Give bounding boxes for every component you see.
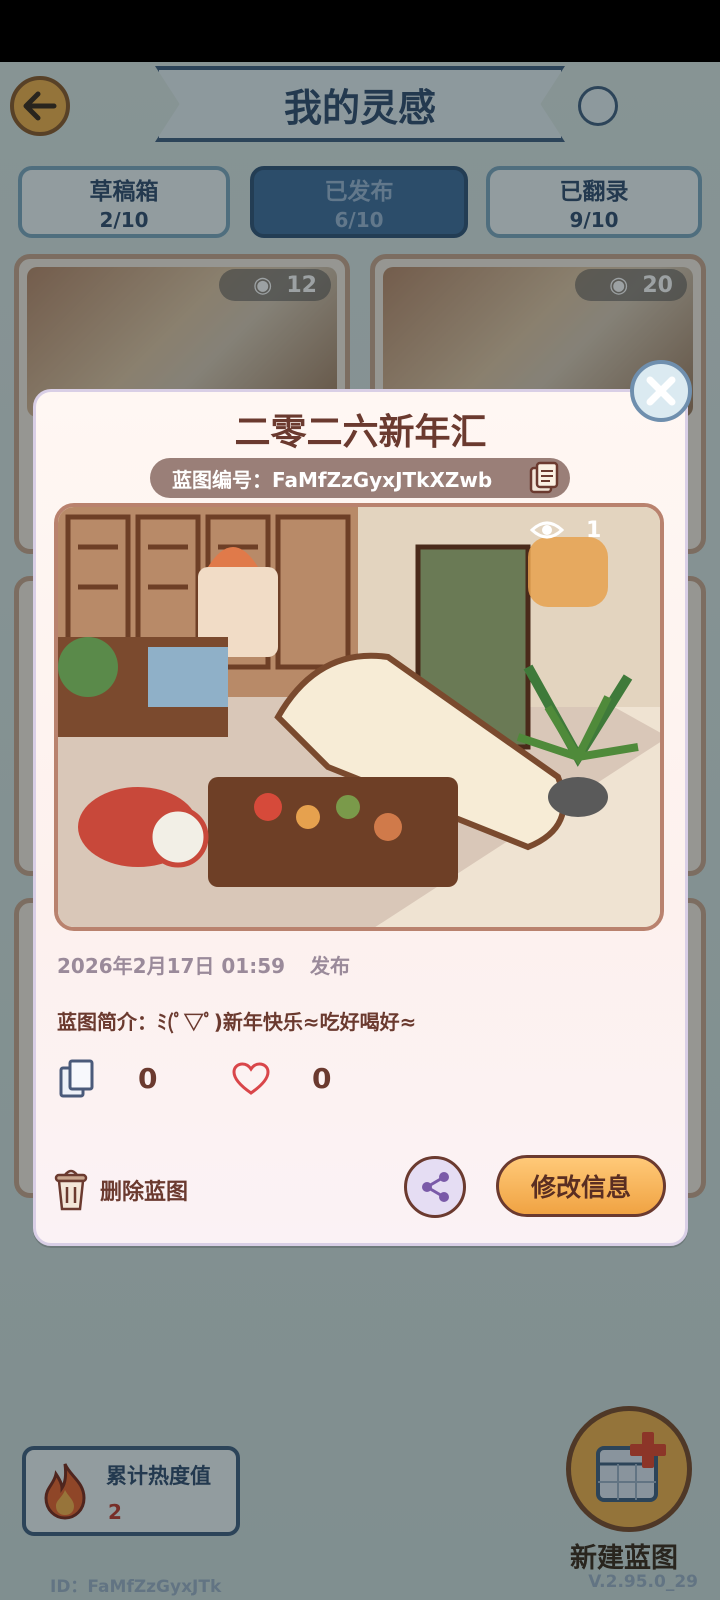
blueprint-preview-image (54, 503, 664, 931)
like-count: 0 (312, 1062, 332, 1095)
copy-id-icon[interactable] (528, 461, 560, 495)
blueprint-description: 蓝图简介：ﾐ(ﾟ▽ﾟ)新年快乐≈吃好喝好≈ (57, 1010, 417, 1034)
delete-label: 删除蓝图 (100, 1180, 189, 1205)
heart-icon[interactable] (232, 1062, 270, 1096)
publish-date: 2026年2月17日 01:59 (57, 954, 286, 978)
edit-info-button[interactable]: 修改信息 (496, 1155, 666, 1217)
scene-views-count: 1 (586, 517, 602, 543)
delete-blueprint-button[interactable]: 删除蓝图 (50, 1166, 188, 1214)
modal-title: 二零二六新年汇 (234, 412, 487, 453)
share-icon (422, 1172, 449, 1202)
scene-views-badge: 1 (530, 510, 601, 550)
status-bar (0, 0, 720, 62)
share-button[interactable] (404, 1156, 466, 1218)
trash-icon (54, 1169, 88, 1211)
copy-count-icon (59, 1059, 94, 1098)
copy-count: 0 (138, 1062, 158, 1095)
eye-icon (530, 521, 564, 539)
publish-status: 发布 (310, 954, 350, 978)
blueprint-id: 蓝图编号：FaMfZzGyxJTkXZwb (150, 458, 570, 498)
